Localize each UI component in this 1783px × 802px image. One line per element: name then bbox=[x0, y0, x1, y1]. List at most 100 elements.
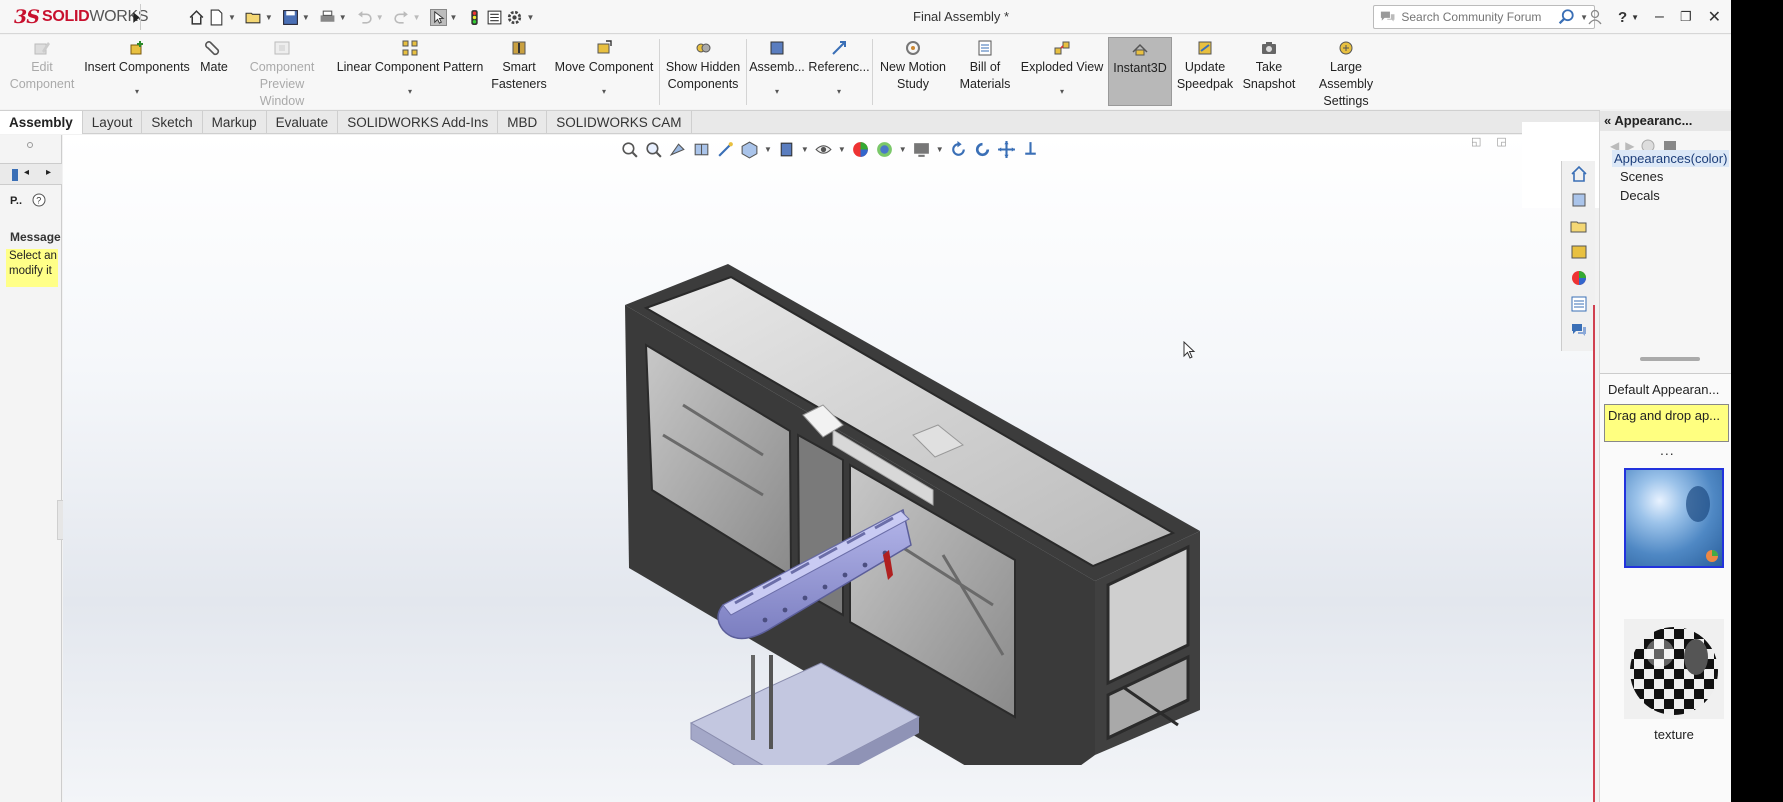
section-view-icon[interactable] bbox=[692, 140, 711, 159]
task-pane-tabs bbox=[1561, 161, 1595, 351]
zoom-to-area-icon[interactable] bbox=[644, 140, 663, 159]
tree-item-decals[interactable]: Decals bbox=[1620, 188, 1660, 203]
forum-icon[interactable] bbox=[1570, 321, 1588, 339]
help-icon[interactable]: ? bbox=[1618, 9, 1627, 26]
mate-button[interactable]: Mate bbox=[194, 39, 234, 76]
roll-view-icon[interactable] bbox=[1021, 140, 1040, 159]
appearances-gallery: Default Appearan... Drag and drop ap... … bbox=[1600, 373, 1731, 802]
more-dots[interactable]: ... bbox=[1660, 442, 1675, 458]
take-snapshot-button[interactable]: Take Snapshot bbox=[1238, 39, 1300, 93]
options-gear-icon[interactable] bbox=[506, 9, 523, 26]
open-folder-icon[interactable] bbox=[245, 9, 262, 26]
pane-splitter[interactable] bbox=[1640, 357, 1700, 361]
component-preview-window-button[interactable]: Component Preview Window bbox=[236, 39, 328, 110]
minimize-button[interactable]: – bbox=[1655, 8, 1664, 26]
undo-icon[interactable] bbox=[356, 9, 373, 26]
collapse-pane-icon[interactable]: « bbox=[1604, 113, 1611, 128]
restore-button[interactable]: ❐ bbox=[1680, 9, 1692, 25]
print-icon[interactable] bbox=[319, 9, 336, 26]
assembly-model[interactable] bbox=[623, 205, 1283, 765]
view-settings-icon[interactable] bbox=[912, 140, 931, 159]
view-orientation-icon[interactable] bbox=[740, 140, 759, 159]
new-motion-study-button[interactable]: New Motion Study bbox=[876, 39, 950, 93]
appearance-swatch-texture[interactable] bbox=[1624, 619, 1724, 719]
reference-geometry-button[interactable]: Referenc... ▾ bbox=[808, 39, 870, 96]
tab-solidworks-cam[interactable]: SOLIDWORKS CAM bbox=[547, 111, 692, 134]
user-account-icon[interactable] bbox=[1588, 9, 1602, 25]
search-icon[interactable] bbox=[1556, 8, 1578, 26]
hide-show-items-icon[interactable] bbox=[814, 140, 833, 159]
message-text: Select an modify it bbox=[6, 249, 58, 287]
scroll-left-icon[interactable]: ◂ bbox=[24, 167, 29, 178]
tab-assembly[interactable]: Assembly bbox=[0, 111, 83, 134]
tab-sketch[interactable]: Sketch bbox=[142, 111, 203, 134]
appearances-scenes-icon[interactable] bbox=[1570, 269, 1588, 287]
property-manager-label[interactable]: P.. bbox=[10, 195, 22, 207]
panel-pin-icon[interactable] bbox=[26, 141, 34, 149]
graphics-area[interactable]: ▼ ▼ ▼ ▼ ▼ ◱ ◲ ❐ ✕ bbox=[63, 135, 1593, 802]
linear-component-pattern-button[interactable]: Linear Component Pattern ▾ bbox=[334, 39, 486, 96]
quick-access-toggle[interactable] bbox=[128, 8, 145, 26]
display-style-icon[interactable] bbox=[777, 140, 796, 159]
panel-tab-strip: ◂ ▸ bbox=[0, 163, 62, 185]
smart-fasteners-button[interactable]: Smart Fasteners bbox=[490, 39, 548, 93]
show-hidden-components-button[interactable]: Show Hidden Components bbox=[664, 39, 742, 93]
close-button[interactable]: ✕ bbox=[1708, 7, 1721, 27]
tab-solidworks-add-ins[interactable]: SOLIDWORKS Add-Ins bbox=[338, 111, 499, 134]
assembly-features-button[interactable]: Assemb... ▾ bbox=[748, 39, 806, 96]
file-properties-icon[interactable] bbox=[486, 9, 503, 26]
mate-icon bbox=[205, 41, 220, 56]
apply-scene-icon[interactable] bbox=[875, 140, 894, 159]
help-dropdown-caret[interactable]: ▼ bbox=[1631, 13, 1639, 22]
custom-properties-icon[interactable] bbox=[1570, 295, 1588, 313]
tab-markup[interactable]: Markup bbox=[203, 111, 267, 134]
rebuild-icon[interactable] bbox=[466, 9, 483, 26]
color-sphere-icon bbox=[1686, 486, 1718, 562]
tree-item-appearances[interactable]: Appearances(color) bbox=[1612, 150, 1730, 167]
rotate-about-screen-icon[interactable] bbox=[973, 140, 992, 159]
previous-view-icon[interactable] bbox=[668, 140, 687, 159]
help-circle-icon[interactable]: ? bbox=[32, 193, 46, 207]
move-component-button[interactable]: Move Component ▾ bbox=[552, 39, 656, 96]
viewport-tile-left-icon[interactable]: ◱ bbox=[1471, 135, 1481, 148]
search-community-forum[interactable]: ▼ bbox=[1373, 5, 1595, 29]
view-palette-icon[interactable] bbox=[1570, 243, 1588, 261]
move-component-icon bbox=[597, 40, 612, 54]
save-icon[interactable] bbox=[282, 9, 299, 26]
dynamic-annotation-icon[interactable] bbox=[716, 140, 735, 159]
viewport-tile-right-icon[interactable]: ◲ bbox=[1496, 135, 1506, 148]
quick-access-toolbar: ▼ ▼ ▼ ▼ ▼ ▼ ▼ ▼ bbox=[188, 8, 540, 26]
resources-home-icon[interactable] bbox=[1570, 165, 1588, 183]
large-assembly-settings-button[interactable]: Large Assembly Settings bbox=[1302, 39, 1390, 110]
tab-evaluate[interactable]: Evaluate bbox=[267, 111, 339, 134]
tab-mbd[interactable]: MBD bbox=[498, 111, 548, 134]
appearance-swatch-color[interactable] bbox=[1624, 468, 1724, 568]
file-explorer-icon[interactable] bbox=[1570, 217, 1588, 235]
tree-item-scenes[interactable]: Scenes bbox=[1620, 169, 1663, 184]
insert-components-button[interactable]: Insert Components ▾ bbox=[82, 39, 192, 96]
home-icon[interactable] bbox=[188, 9, 205, 26]
tab-layout[interactable]: Layout bbox=[83, 111, 143, 134]
edit-appearance-icon[interactable] bbox=[851, 140, 870, 159]
redo-icon[interactable] bbox=[393, 9, 410, 26]
scroll-right-icon[interactable]: ▸ bbox=[46, 167, 51, 178]
conveyor-leg-back[interactable] bbox=[769, 655, 773, 749]
bill-of-materials-button[interactable]: Bill of Materials bbox=[954, 39, 1016, 93]
instant3d-button[interactable]: Instant3D bbox=[1108, 37, 1172, 106]
expand-arrow-icon bbox=[133, 11, 140, 23]
update-speedpak-button[interactable]: Update Speedpak bbox=[1176, 39, 1234, 93]
conveyor-leg-front[interactable] bbox=[751, 655, 755, 740]
zoom-to-fit-icon[interactable] bbox=[620, 140, 639, 159]
select-arrow-icon[interactable] bbox=[429, 8, 447, 26]
insert-components-icon bbox=[130, 41, 143, 55]
search-input[interactable] bbox=[1401, 10, 1557, 24]
design-library-icon[interactable] bbox=[1570, 191, 1588, 209]
edit-component-button[interactable]: Edit Component bbox=[6, 39, 78, 93]
rotate-view-icon[interactable] bbox=[949, 140, 968, 159]
feature-manager-tab-icon[interactable] bbox=[10, 168, 20, 182]
new-document-icon[interactable] bbox=[208, 9, 225, 26]
mouse-cursor-icon bbox=[1183, 341, 1196, 359]
pan-icon[interactable] bbox=[997, 140, 1016, 159]
edit-component-icon bbox=[34, 42, 50, 55]
exploded-view-button[interactable]: Exploded View ▾ bbox=[1018, 39, 1106, 96]
